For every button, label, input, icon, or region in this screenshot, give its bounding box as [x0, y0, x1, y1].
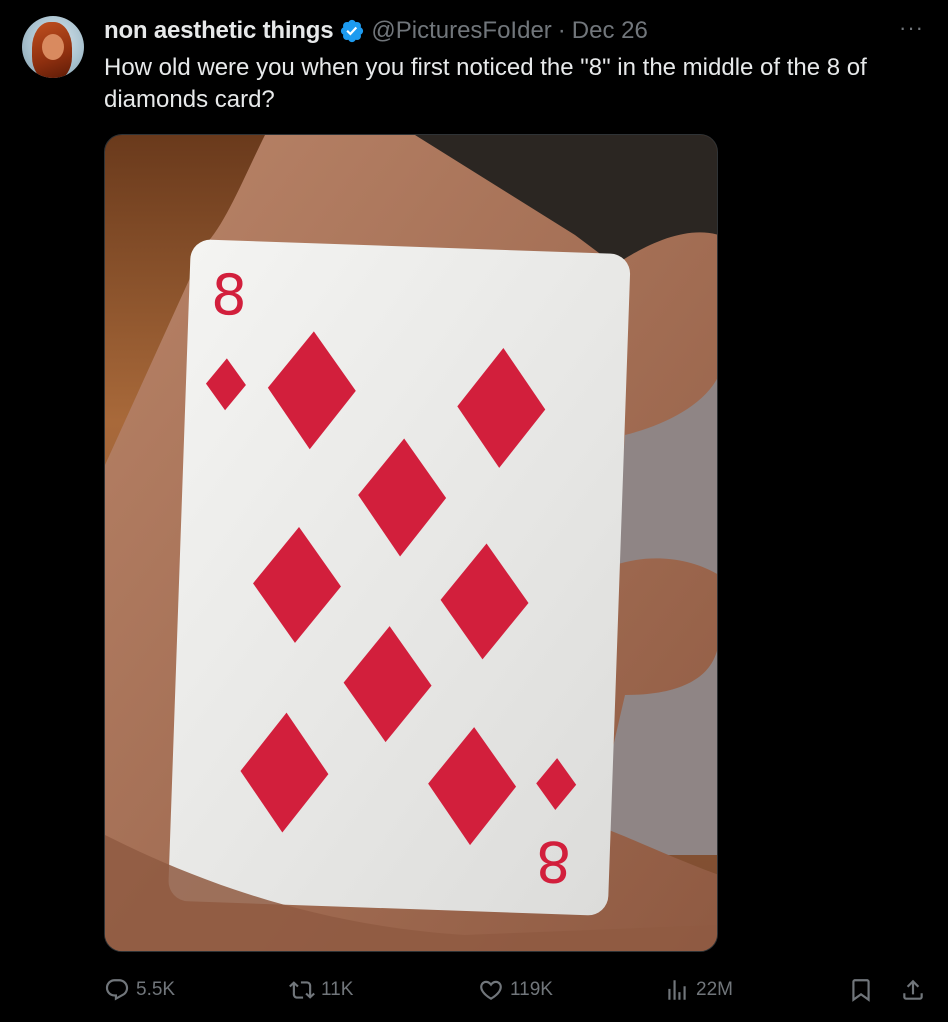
more-dots-icon[interactable]: ··· — [899, 17, 924, 39]
views-count: 22M — [696, 979, 733, 1000]
author-handle[interactable]: @PicturesFoIder — [371, 17, 551, 45]
card-rank-bottom: 8 — [535, 827, 573, 893]
reply-button[interactable]: 5.5K — [104, 970, 175, 1010]
bookmark-button[interactable] — [848, 970, 880, 1010]
card-photo: 8 8 — [105, 135, 717, 951]
like-count: 119K — [510, 979, 553, 1000]
share-button[interactable] — [900, 970, 932, 1010]
author-name[interactable]: non aesthetic things — [104, 17, 334, 45]
repost-button[interactable]: 11K — [289, 970, 353, 1010]
tweet-text: How old were you when you first noticed … — [104, 54, 867, 113]
share-icon — [903, 979, 923, 1000]
tweet[interactable]: non aesthetic things @PicturesFoIder · D… — [0, 0, 948, 1022]
like-button[interactable]: 119K — [478, 970, 553, 1010]
avatar[interactable] — [22, 16, 84, 78]
reply-icon — [105, 979, 129, 1001]
reply-count: 5.5K — [136, 979, 176, 1000]
repost-icon — [289, 981, 315, 999]
views-button[interactable]: 22M — [664, 970, 733, 1010]
action-bar: 5.5K 11K 119K 22M — [104, 970, 928, 1010]
heart-icon — [480, 980, 502, 1000]
card-rank-top: 8 — [210, 263, 248, 329]
verified-badge-icon[interactable] — [339, 18, 365, 44]
tweet-date[interactable]: Dec 26 — [572, 17, 648, 45]
tweet-header: non aesthetic things @PicturesFoIder · D… — [104, 16, 648, 46]
playing-card: 8 8 — [168, 239, 631, 916]
header-separator: · — [557, 17, 566, 44]
tweet-photo[interactable]: 8 8 — [104, 134, 718, 952]
bookmark-icon — [852, 979, 870, 1002]
repost-count: 11K — [321, 979, 354, 1000]
avatar-face — [42, 34, 64, 60]
views-chart-icon — [668, 980, 686, 1000]
